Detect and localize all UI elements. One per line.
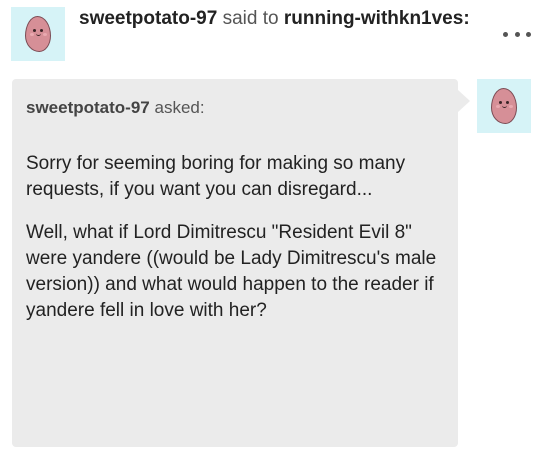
recipient-link[interactable]: running-withkn1ves: xyxy=(284,8,470,29)
asked-label: asked: xyxy=(154,98,205,117)
author-avatar[interactable] xyxy=(11,7,65,61)
asker-avatar[interactable] xyxy=(477,79,531,133)
asker-link[interactable]: sweetpotato-97 xyxy=(26,98,150,117)
ask-bubble: sweetpotato-97 asked: Sorry for seeming … xyxy=(12,79,458,447)
question-paragraph-2: Well, what if Lord Dimitrescu "Resident … xyxy=(26,222,437,321)
ellipsis-icon[interactable] xyxy=(503,28,531,40)
question-paragraph-1: Sorry for seeming boring for making so m… xyxy=(26,153,406,200)
asker-line: sweetpotato-97 asked: xyxy=(26,98,205,118)
post-header: sweetpotato-97 said to running-withkn1ve… xyxy=(79,5,499,33)
potato-avatar-icon xyxy=(491,88,517,124)
ask-question: Sorry for seeming boring for making so m… xyxy=(26,151,446,341)
ask-bubble-tail xyxy=(458,90,470,112)
said-to-text: said to xyxy=(222,8,279,29)
potato-avatar-icon xyxy=(25,16,51,52)
author-link[interactable]: sweetpotato-97 xyxy=(79,8,217,29)
